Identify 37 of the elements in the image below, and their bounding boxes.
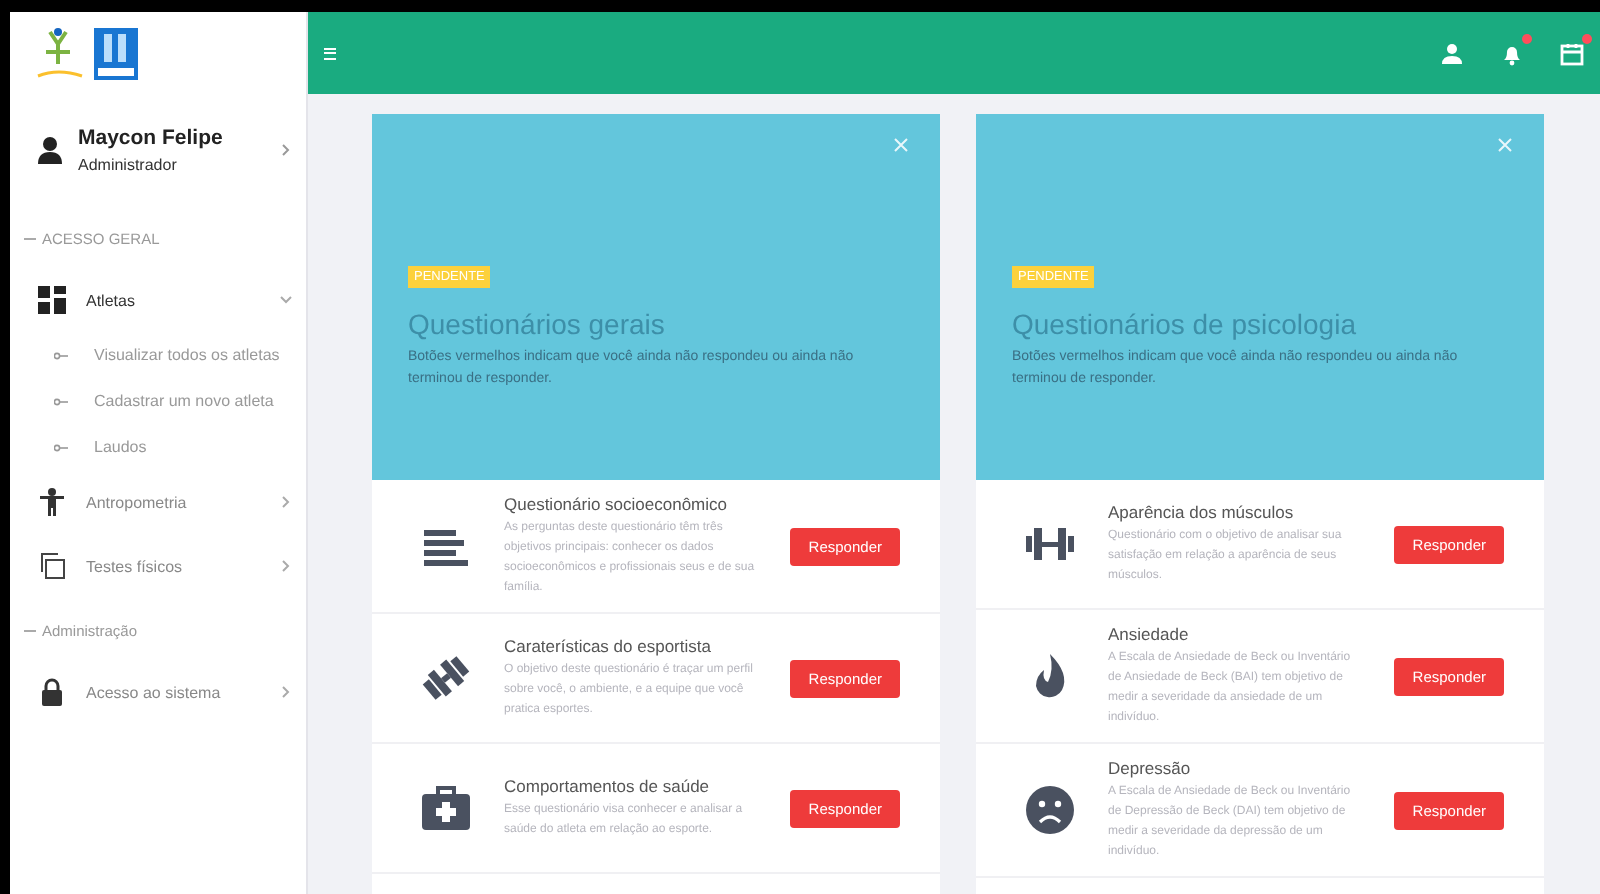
questionnaire-title: Ansiedade bbox=[1108, 624, 1191, 644]
questionnaire-title: Comportamentos de saúde bbox=[504, 776, 712, 796]
menu-item[interactable]: Antropometria bbox=[10, 470, 306, 534]
menu-item[interactable]: Atletas bbox=[10, 268, 306, 332]
close-icon[interactable] bbox=[894, 138, 908, 152]
chevron-icon[interactable] bbox=[282, 144, 290, 156]
submenu-item[interactable]: Laudos bbox=[94, 438, 147, 456]
grid-icon bbox=[38, 286, 66, 314]
lock-icon bbox=[38, 678, 66, 706]
key-icon bbox=[54, 351, 68, 359]
chevron-icon bbox=[280, 296, 292, 304]
menu-item[interactable]: Testes físicos bbox=[10, 534, 306, 598]
figure-icon bbox=[38, 488, 66, 516]
close-icon[interactable] bbox=[1498, 138, 1512, 152]
questionnaire-title: Questionário socioeconômico bbox=[504, 494, 730, 514]
copy-icon bbox=[38, 552, 66, 580]
user-name: Maycon Felipe bbox=[78, 126, 225, 150]
dash-icon bbox=[24, 629, 36, 633]
questionnaire-title: Aparência dos músculos bbox=[1108, 502, 1296, 522]
dumbbell-icon bbox=[420, 652, 472, 704]
user-icon bbox=[38, 136, 62, 164]
key-icon bbox=[54, 443, 68, 451]
sad-face-icon bbox=[1024, 784, 1076, 836]
medical-kit-icon bbox=[420, 782, 472, 834]
user-icon[interactable] bbox=[1440, 41, 1464, 65]
questionnaire-title: Depressão bbox=[1108, 758, 1193, 778]
chevron-icon bbox=[282, 686, 290, 698]
chevron-icon bbox=[282, 560, 290, 572]
key-icon bbox=[54, 397, 68, 405]
dash-icon bbox=[24, 237, 36, 241]
user-role: Administrador bbox=[78, 156, 179, 174]
submenu-item[interactable]: Cadastrar um novo atleta bbox=[94, 392, 274, 410]
submenu-item[interactable]: Visualizar todos os atletas bbox=[94, 346, 280, 364]
chevron-icon bbox=[282, 496, 290, 508]
menu-icon[interactable] bbox=[324, 47, 336, 59]
questionnaire-title: Caraterísticas do esportista bbox=[504, 636, 713, 656]
menu-item[interactable]: Acesso ao sistema bbox=[10, 660, 306, 724]
